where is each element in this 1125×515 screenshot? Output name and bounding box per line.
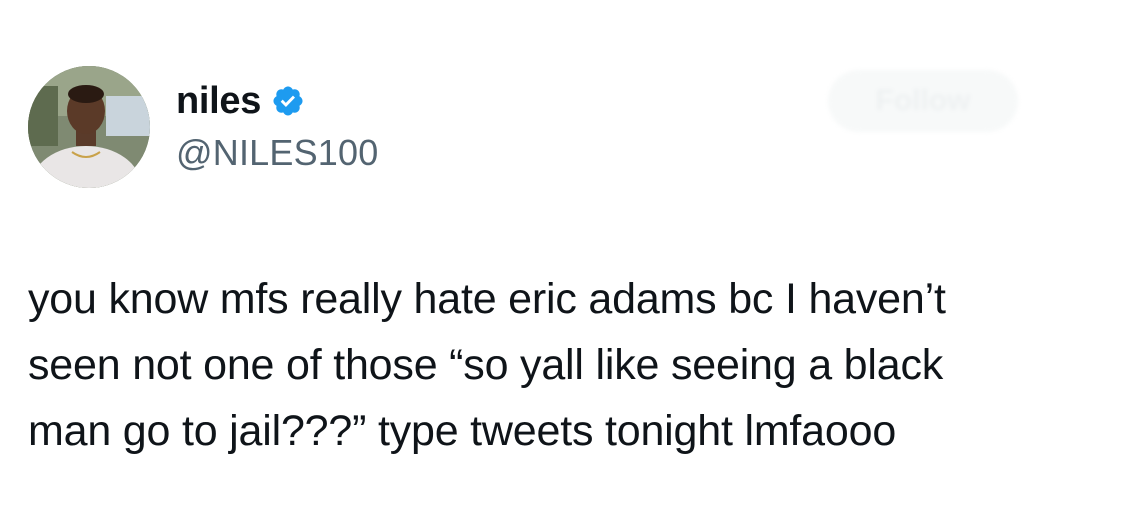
avatar-photo — [28, 66, 150, 188]
tweet-text: you know mfs really hate eric adams bc I… — [28, 266, 1098, 464]
tweet-text-line: seen not one of those “so yall like seei… — [28, 341, 944, 389]
display-name[interactable]: niles — [176, 80, 261, 123]
tweet-card: niles @NILES100 Follow you know mfs real… — [0, 0, 1125, 515]
tweet-text-line: you know mfs really hate eric adams bc I… — [28, 275, 946, 323]
tweet-text-line: man go to jail???” type tweets tonight l… — [28, 407, 897, 455]
author-info: niles @NILES100 — [176, 76, 378, 174]
verified-badge-icon — [271, 84, 305, 118]
user-handle[interactable]: @NILES100 — [176, 132, 378, 174]
avatar[interactable] — [28, 66, 150, 188]
name-row: niles — [176, 76, 378, 126]
follow-button[interactable]: Follow — [828, 70, 1018, 132]
